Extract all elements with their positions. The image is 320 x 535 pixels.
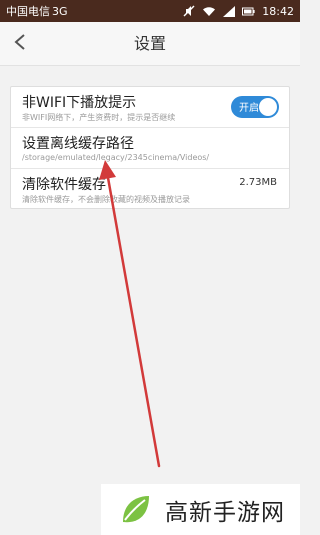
clock-text: 18:42 xyxy=(262,4,294,18)
page-title: 设置 xyxy=(133,34,166,53)
status-right: 18:42 xyxy=(183,5,294,18)
mute-icon xyxy=(183,5,195,17)
signal-icon xyxy=(223,5,236,17)
wifi-icon xyxy=(202,6,216,17)
battery-icon xyxy=(242,6,255,17)
setting-title: 设置离线缓存路径 xyxy=(22,136,134,152)
setting-subtitle: 清除软件缓存，不会删除收藏的视频及播放记录 xyxy=(22,195,190,204)
setting-title: 清除软件缓存 xyxy=(22,177,106,193)
setting-item-clear-cache[interactable]: 清除软件缓存 清除软件缓存，不会删除收藏的视频及播放记录 2.73MB xyxy=(11,169,289,210)
app-header: 设置 xyxy=(0,22,300,66)
cache-size-value: 2.73MB xyxy=(239,177,277,188)
setting-item-wifi-prompt[interactable]: 非WIFI下播放提示 非WIFI网络下，产生资费时，提示是否继续 开启 xyxy=(11,87,289,128)
settings-list: 非WIFI下播放提示 非WIFI网络下，产生资费时，提示是否继续 开启 设置离线… xyxy=(10,86,290,209)
wifi-prompt-toggle[interactable]: 开启 xyxy=(231,96,279,118)
leaf-logo-icon xyxy=(123,495,149,522)
toggle-label: 开启 xyxy=(239,103,259,114)
annotation-arrow xyxy=(99,160,161,468)
status-bar: 中国电信 3G 18:42 xyxy=(0,0,300,22)
setting-item-cache-path[interactable]: 设置离线缓存路径 /storage/emulated/legacy/2345ci… xyxy=(11,128,289,169)
carrier-text: 中国电信 xyxy=(6,5,50,18)
toggle-knob xyxy=(259,98,277,116)
status-left: 中国电信 3G xyxy=(6,3,68,19)
watermark: 高新手游网 xyxy=(101,484,300,535)
watermark-text: 高新手游网 xyxy=(165,499,285,526)
setting-subtitle: /storage/emulated/legacy/2345cinema/Vide… xyxy=(22,153,210,162)
setting-title: 非WIFI下播放提示 xyxy=(22,95,137,111)
network-type-text: 3G xyxy=(52,4,68,18)
setting-subtitle: 非WIFI网络下，产生资费时，提示是否继续 xyxy=(22,113,176,122)
